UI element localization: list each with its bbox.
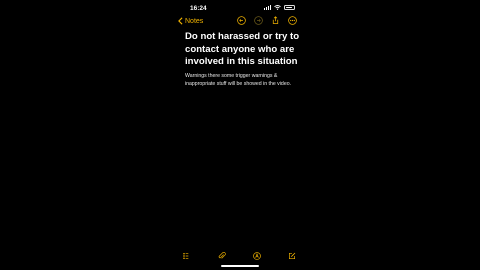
attachment-icon (218, 252, 226, 259)
home-indicator[interactable] (221, 265, 259, 267)
note-title[interactable]: Do not harassed or try to contact anyone… (185, 31, 301, 69)
nav-actions (237, 16, 297, 25)
battery-icon (284, 5, 295, 10)
more-icon[interactable] (288, 16, 297, 25)
wifi-icon (274, 5, 281, 10)
checklist-icon (183, 253, 189, 259)
back-button[interactable]: Notes (178, 17, 203, 25)
status-bar: 16:24 (173, 4, 307, 13)
nav-bar: Notes (173, 16, 307, 28)
chevron-left-icon (178, 17, 183, 25)
compose-button[interactable] (288, 247, 296, 265)
markup-button[interactable] (253, 247, 261, 265)
note-body[interactable]: Warnings there some trigger warnings & i… (185, 72, 301, 88)
share-icon[interactable] (271, 16, 280, 25)
attachment-button[interactable] (218, 247, 226, 265)
markup-icon (253, 252, 261, 260)
status-time: 16:24 (190, 5, 207, 12)
bottom-toolbar (173, 247, 307, 260)
undo-icon[interactable] (237, 16, 246, 25)
back-label: Notes (185, 17, 204, 25)
cellular-signal-icon (264, 5, 271, 10)
compose-icon (289, 252, 296, 259)
note-content[interactable]: Do not harassed or try to contact anyone… (185, 31, 301, 88)
checklist-button[interactable] (183, 247, 191, 265)
redo-icon[interactable] (254, 16, 263, 25)
status-icons (264, 5, 295, 10)
phone-screen: 16:24 Notes Do not harassed or try to co… (173, 0, 307, 270)
